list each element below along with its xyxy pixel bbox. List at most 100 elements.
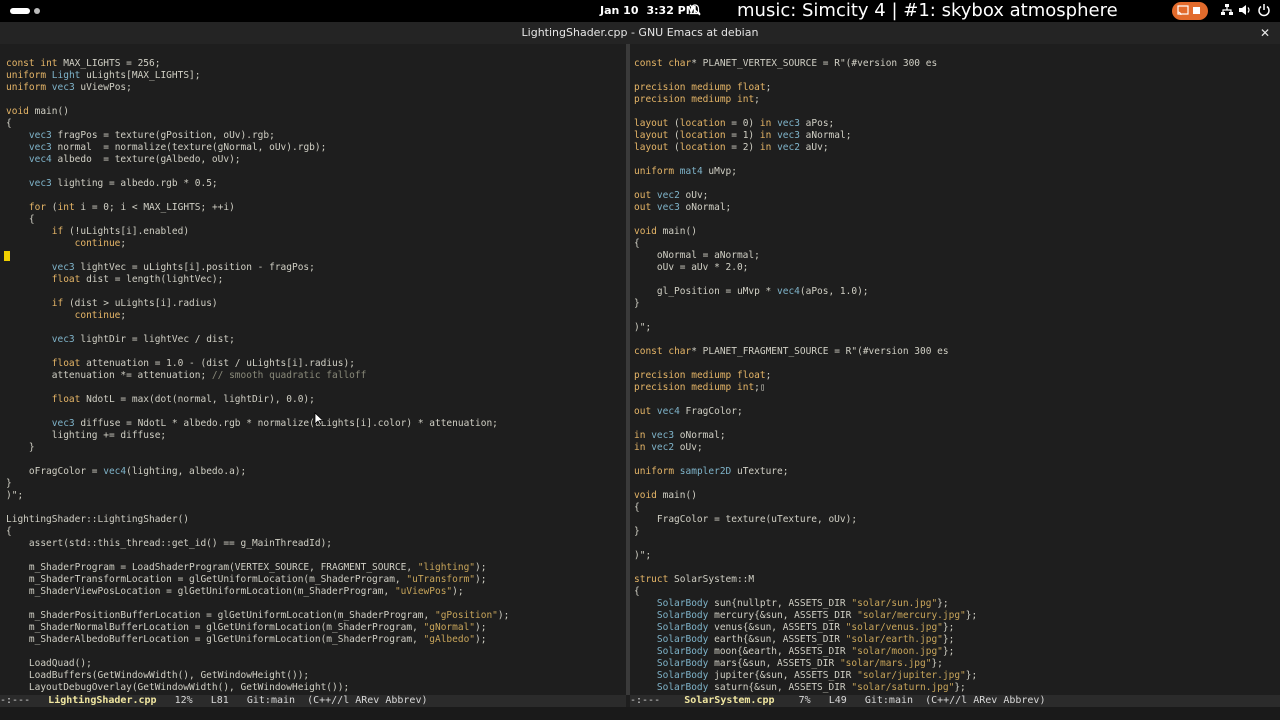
left-code-line[interactable]: m_ShaderAlbedoBufferLocation = glGetUnif… (6, 634, 626, 646)
right-code-line[interactable]: SolarBody earth{&sun, ASSETS_DIR "solar/… (634, 634, 1280, 646)
right-code-line[interactable]: { (634, 586, 1280, 598)
right-code-line[interactable] (634, 454, 1280, 466)
left-code-line[interactable]: if (!uLights[i].enabled) (6, 226, 626, 238)
right-code-line[interactable]: )"; (634, 550, 1280, 562)
modeline-vc[interactable]: Git:main (247, 695, 295, 706)
left-code-line[interactable]: uniform vec3 uViewPos; (6, 82, 626, 94)
right-code-line[interactable]: in vec3 oNormal; (634, 430, 1280, 442)
right-code-line[interactable]: )"; (634, 322, 1280, 334)
right-code-line[interactable] (634, 214, 1280, 226)
right-code-line[interactable]: { (634, 502, 1280, 514)
left-code-line[interactable]: vec3 lighting = albedo.rgb * 0.5; (6, 178, 626, 190)
left-code-line[interactable] (6, 382, 626, 394)
modeline-buffer-name[interactable]: LightingShader.cpp (48, 695, 156, 706)
modeline-modes[interactable]: (C++//l ARev Abbrev) (925, 695, 1045, 706)
editor-pane-right[interactable]: const char* PLANET_VERTEX_SOURCE = R"(#v… (630, 44, 1280, 695)
screen-cast-indicator[interactable] (1172, 2, 1208, 20)
code-area-right[interactable]: const char* PLANET_VERTEX_SOURCE = R"(#v… (630, 44, 1280, 694)
right-code-line[interactable]: layout (location = 2) in vec2 aUv; (634, 142, 1280, 154)
left-code-line[interactable]: LayoutDebugOverlay(GetWindowWidth(), Get… (6, 682, 626, 694)
right-code-line[interactable]: uniform sampler2D uTexture; (634, 466, 1280, 478)
left-code-line[interactable]: float NdotL = max(dot(normal, lightDir),… (6, 394, 626, 406)
left-code-line[interactable]: const int MAX_LIGHTS = 256; (6, 58, 626, 70)
right-code-line[interactable] (634, 310, 1280, 322)
right-code-line[interactable]: precision mediump float; (634, 82, 1280, 94)
network-icon[interactable] (1220, 3, 1234, 17)
left-code-line[interactable]: )"; (6, 490, 626, 502)
left-code-line[interactable]: m_ShaderProgram = LoadShaderProgram(VERT… (6, 562, 626, 574)
right-code-line[interactable]: FragColor = texture(uTexture, oUv); (634, 514, 1280, 526)
left-code-line[interactable]: vec3 fragPos = texture(gPosition, oUv).r… (6, 130, 626, 142)
right-code-line[interactable]: precision mediump int;▯ (634, 382, 1280, 394)
right-code-line[interactable]: SolarBody mercury{&sun, ASSETS_DIR "sola… (634, 610, 1280, 622)
right-code-line[interactable]: gl_Position = uMvp * vec4(aPos, 1.0); (634, 286, 1280, 298)
right-code-line[interactable]: const char* PLANET_VERTEX_SOURCE = R"(#v… (634, 58, 1280, 70)
workspace-dot[interactable] (34, 8, 40, 14)
right-code-line[interactable]: layout (location = 1) in vec3 aNormal; (634, 130, 1280, 142)
right-code-line[interactable] (634, 478, 1280, 490)
right-code-line[interactable]: struct SolarSystem::M (634, 574, 1280, 586)
left-code-line[interactable]: continue; (6, 238, 626, 250)
left-code-line[interactable]: } (6, 442, 626, 454)
right-code-line[interactable]: out vec3 oNormal; (634, 202, 1280, 214)
right-code-line[interactable]: oUv = aUv * 2.0; (634, 262, 1280, 274)
active-workspace-pill[interactable] (10, 8, 30, 14)
left-code-line[interactable]: m_ShaderTransformLocation = glGetUniform… (6, 574, 626, 586)
left-code-line[interactable]: LoadBuffers(GetWindowWidth(), GetWindowH… (6, 670, 626, 682)
right-code-line[interactable]: out vec2 oUv; (634, 190, 1280, 202)
right-code-line[interactable]: layout (location = 0) in vec3 aPos; (634, 118, 1280, 130)
right-code-line[interactable] (634, 394, 1280, 406)
editor-pane-left[interactable]: const int MAX_LIGHTS = 256; uniform Light… (0, 44, 626, 695)
right-code-line[interactable]: SolarBody moon{&earth, ASSETS_DIR "solar… (634, 646, 1280, 658)
right-code-line[interactable] (634, 178, 1280, 190)
right-code-line[interactable]: SolarBody saturn{&sun, ASSETS_DIR "solar… (634, 682, 1280, 694)
left-code-line[interactable]: vec3 lightDir = lightVec / dist; (6, 334, 626, 346)
left-code-line[interactable] (6, 322, 626, 334)
left-code-line[interactable] (6, 250, 626, 262)
right-code-line[interactable]: const char* PLANET_FRAGMENT_SOURCE = R"(… (634, 346, 1280, 358)
left-code-line[interactable]: if (dist > uLights[i].radius) (6, 298, 626, 310)
left-code-line[interactable]: vec4 albedo = texture(gAlbedo, oUv); (6, 154, 626, 166)
left-code-line[interactable] (6, 286, 626, 298)
left-code-line[interactable] (6, 646, 626, 658)
left-code-line[interactable]: assert(std::this_thread::get_id() == g_M… (6, 538, 626, 550)
right-code-line[interactable]: SolarBody jupiter{&sun, ASSETS_DIR "sola… (634, 670, 1280, 682)
right-code-line[interactable] (634, 274, 1280, 286)
right-code-line[interactable] (634, 106, 1280, 118)
echo-area[interactable] (0, 707, 1280, 720)
right-code-line[interactable]: } (634, 526, 1280, 538)
left-code-line[interactable]: vec3 normal = normalize(texture(gNormal,… (6, 142, 626, 154)
right-code-line[interactable]: SolarBody venus{&sun, ASSETS_DIR "solar/… (634, 622, 1280, 634)
left-code-line[interactable]: m_ShaderViewPosLocation = glGetUniformLo… (6, 586, 626, 598)
left-code-line[interactable]: continue; (6, 310, 626, 322)
left-code-line[interactable]: for (int i = 0; i < MAX_LIGHTS; ++i) (6, 202, 626, 214)
left-code-line[interactable]: } (6, 478, 626, 490)
right-code-line[interactable] (634, 70, 1280, 82)
workspace-indicator[interactable] (10, 8, 40, 14)
left-code-line[interactable]: float dist = length(lightVec); (6, 274, 626, 286)
left-code-line[interactable]: LightingShader::LightingShader() (6, 514, 626, 526)
left-code-line[interactable] (6, 454, 626, 466)
right-code-line[interactable] (634, 538, 1280, 550)
left-code-line[interactable] (6, 190, 626, 202)
right-code-line[interactable] (634, 418, 1280, 430)
left-code-line[interactable] (6, 598, 626, 610)
left-code-line[interactable]: uniform Light uLights[MAX_LIGHTS]; (6, 70, 626, 82)
left-code-line[interactable]: m_ShaderNormalBufferLocation = glGetUnif… (6, 622, 626, 634)
right-code-line[interactable] (634, 154, 1280, 166)
modeline-buffer-name[interactable]: SolarSystem.cpp (684, 695, 774, 706)
right-code-line[interactable]: { (634, 238, 1280, 250)
left-code-line[interactable] (6, 502, 626, 514)
mode-line-right[interactable]: -:--- SolarSystem.cpp 7% L49 Git:main (C… (630, 695, 1280, 707)
right-code-line[interactable]: precision mediump float; (634, 370, 1280, 382)
left-code-line[interactable]: lighting += diffuse; (6, 430, 626, 442)
right-code-line[interactable]: precision mediump int; (634, 94, 1280, 106)
left-code-line[interactable]: { (6, 118, 626, 130)
left-code-line[interactable] (6, 550, 626, 562)
code-area-left[interactable]: const int MAX_LIGHTS = 256; uniform Light… (0, 44, 626, 694)
left-code-line[interactable]: attenuation *= attenuation; // smooth qu… (6, 370, 626, 382)
right-code-line[interactable]: SolarBody sun{nullptr, ASSETS_DIR "solar… (634, 598, 1280, 610)
left-code-line[interactable]: { (6, 526, 626, 538)
left-code-line[interactable]: void main() (6, 106, 626, 118)
left-code-line[interactable]: float attenuation = 1.0 - (dist / uLight… (6, 358, 626, 370)
